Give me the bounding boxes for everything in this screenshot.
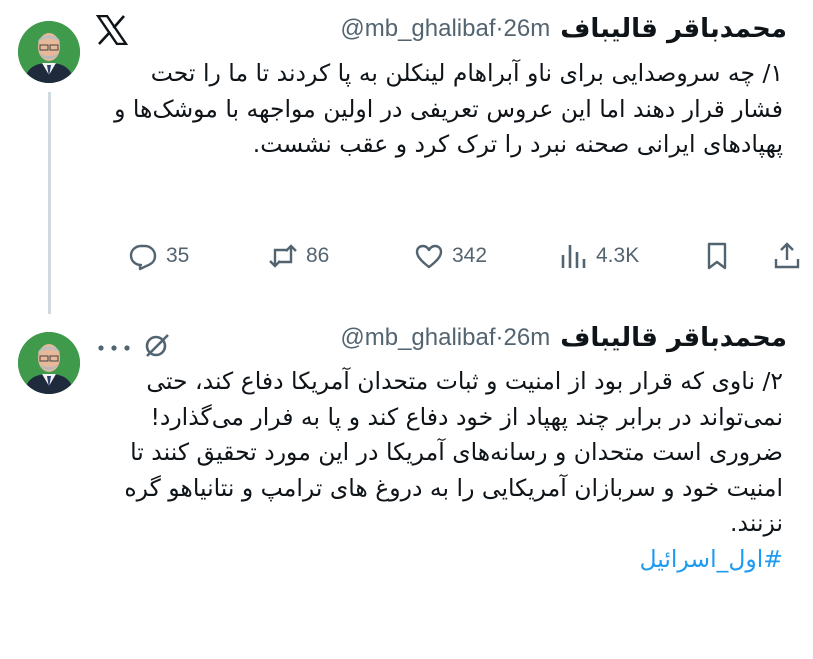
bookmark-icon — [707, 242, 727, 270]
views-button[interactable]: 4.3K — [558, 241, 639, 271]
like-button[interactable]: 342 — [414, 241, 487, 271]
like-count: 342 — [452, 244, 488, 267]
reply-icon — [129, 244, 157, 271]
views-count: 4.3K — [596, 244, 640, 267]
handle[interactable]: @mb_ghalibaf — [340, 324, 495, 351]
share-icon — [774, 242, 800, 269]
timestamp[interactable]: 26m — [504, 324, 551, 351]
tweet-header: @mb_ghalibaf·26m محمدباقر قالیباف — [96, 320, 787, 356]
handle[interactable]: @mb_ghalibaf — [340, 15, 495, 42]
reply-count: 35 — [166, 244, 190, 267]
timestamp[interactable]: 26m — [504, 15, 551, 42]
handle-and-time[interactable]: @mb_ghalibaf·26m — [340, 15, 550, 43]
avatar-image — [18, 21, 80, 83]
heart-icon — [415, 244, 443, 269]
hashtag-link[interactable]: #اول_اسرائیل — [639, 545, 783, 573]
handle-and-time[interactable]: @mb_ghalibaf·26m — [340, 324, 550, 352]
display-name[interactable]: محمدباقر قالیباف — [560, 14, 787, 44]
repost-count: 86 — [306, 244, 330, 267]
bookmark-button[interactable] — [702, 241, 732, 271]
tweet-text-container: ۲/ ناوی که قرار بود از امنیت و ثبات متحد… — [100, 364, 783, 577]
share-button[interactable] — [772, 241, 802, 271]
tweet-text: ۱/ چه سروصدایی برای ناو آبراهام لینکلن ب… — [106, 59, 783, 158]
action-bar: 35 86 342 4.3K — [128, 236, 800, 276]
display-name[interactable]: محمدباقر قالیباف — [560, 323, 787, 353]
repost-icon — [269, 244, 297, 268]
tweet-text: ۲/ ناوی که قرار بود از امنیت و ثبات متحد… — [124, 367, 783, 537]
tweet-1[interactable]: @mb_ghalibaf·26m محمدباقر قالیباف ۱/ چه … — [0, 0, 813, 314]
reply-button[interactable]: 35 — [128, 241, 189, 271]
separator: · — [495, 324, 504, 351]
tweet-header: @mb_ghalibaf·26m محمدباقر قالیباف — [96, 11, 787, 47]
thread-connector-line — [48, 92, 51, 314]
avatar-image — [18, 332, 80, 394]
avatar[interactable] — [18, 21, 80, 83]
tweet-2[interactable]: @mb_ghalibaf·26m محمدباقر قالیباف ۲/ ناو… — [0, 310, 813, 659]
avatar[interactable] — [18, 332, 80, 394]
separator: · — [495, 15, 504, 42]
views-icon — [561, 245, 586, 268]
repost-button[interactable]: 86 — [268, 241, 329, 271]
